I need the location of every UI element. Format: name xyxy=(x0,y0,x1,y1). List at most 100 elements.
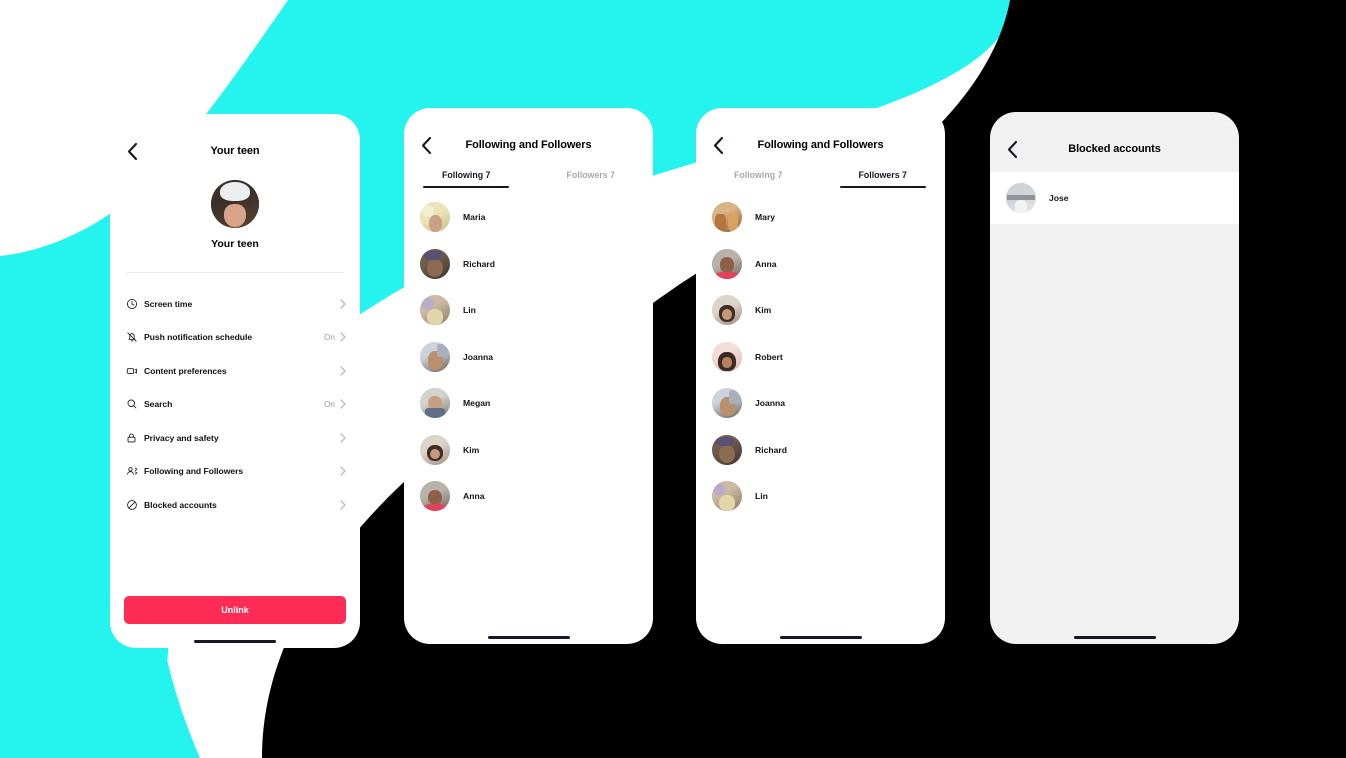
user-name: Kim xyxy=(463,444,480,455)
settings-item-push-notification-schedule[interactable]: Push notification schedule On xyxy=(110,321,360,355)
user-name: Jose xyxy=(1049,193,1069,203)
tabs-following-followers: Following 7 Followers 7 xyxy=(696,170,945,188)
chevron-right-icon xyxy=(340,399,346,409)
avatar[interactable] xyxy=(420,341,450,372)
ban-icon xyxy=(126,498,144,512)
tab-followers[interactable]: Followers 7 xyxy=(821,170,946,188)
list-item[interactable]: Jose xyxy=(990,172,1239,224)
avatar[interactable] xyxy=(420,434,450,465)
user-name: Anna xyxy=(755,258,777,269)
list-item[interactable]: Joanna xyxy=(696,380,945,427)
unlink-button[interactable]: Unlink xyxy=(124,596,346,624)
settings-item-value: On xyxy=(324,399,335,409)
empty-area xyxy=(990,224,1239,630)
search-icon xyxy=(126,397,144,411)
profile-name: Your teen xyxy=(211,238,259,250)
followers-user-list: Mary Anna Kim Robert Joanna Richard Lin xyxy=(696,188,945,630)
user-name: Anna xyxy=(463,491,485,502)
tab-following[interactable]: Following 7 xyxy=(696,170,821,188)
avatar[interactable] xyxy=(712,295,742,326)
settings-item-value: On xyxy=(324,332,335,342)
page-title: Following and Followers xyxy=(465,139,592,151)
avatar[interactable] xyxy=(1006,183,1036,213)
avatar[interactable] xyxy=(420,388,450,419)
chevron-right-icon xyxy=(340,366,346,376)
avatar[interactable] xyxy=(420,481,450,512)
lock-icon xyxy=(126,431,144,445)
tab-underline xyxy=(548,186,634,188)
list-item[interactable]: Anna xyxy=(404,473,653,520)
list-item[interactable]: Mary xyxy=(696,194,945,241)
tab-underline xyxy=(715,186,801,188)
profile-block: Your teen xyxy=(110,172,360,250)
settings-item-blocked-accounts[interactable]: Blocked accounts xyxy=(110,488,360,522)
page-title: Blocked accounts xyxy=(1068,143,1161,155)
list-item[interactable]: Lin xyxy=(404,287,653,334)
list-item[interactable]: Robert xyxy=(696,334,945,381)
settings-item-screen-time[interactable]: Screen time xyxy=(110,287,360,321)
list-item[interactable]: Megan xyxy=(404,380,653,427)
settings-item-label: Push notification schedule xyxy=(144,332,253,343)
settings-item-label: Following and Followers xyxy=(144,466,244,477)
tab-following[interactable]: Following 7 xyxy=(404,170,529,188)
list-item[interactable]: Joanna xyxy=(404,334,653,381)
user-name: Joanna xyxy=(463,351,494,362)
settings-item-content-preferences[interactable]: Content preferences xyxy=(110,354,360,388)
settings-item-search[interactable]: Search On xyxy=(110,388,360,422)
avatar[interactable] xyxy=(420,202,450,233)
user-name: Megan xyxy=(463,398,491,409)
avatar[interactable] xyxy=(420,248,450,279)
following-user-list: Maria Richard Lin Joanna Megan Kim Anna xyxy=(404,188,653,630)
back-icon[interactable] xyxy=(1002,139,1022,159)
tabs-following-followers: Following 7 Followers 7 xyxy=(404,170,653,188)
list-item[interactable]: Kim xyxy=(404,427,653,474)
list-item[interactable]: Richard xyxy=(696,427,945,474)
tab-followers[interactable]: Followers 7 xyxy=(529,170,654,188)
user-name: Lin xyxy=(755,491,768,502)
avatar[interactable] xyxy=(712,202,742,233)
phone-screen-blocked-accounts: Blocked accounts Jose xyxy=(990,112,1239,644)
tab-label: Following 7 xyxy=(734,170,783,180)
list-item[interactable]: Maria xyxy=(404,194,653,241)
chevron-right-icon xyxy=(340,500,346,510)
user-name: Kim xyxy=(755,305,772,316)
user-name: Joanna xyxy=(755,398,786,409)
blocked-accounts-card: Jose xyxy=(990,172,1239,224)
home-indicator xyxy=(110,634,360,648)
avatar[interactable] xyxy=(712,388,742,419)
clock-icon xyxy=(126,297,144,311)
avatar[interactable] xyxy=(712,481,742,512)
list-item[interactable]: Lin xyxy=(696,473,945,520)
navbar-your-teen: Your teen xyxy=(110,130,360,172)
tab-underline xyxy=(839,186,926,188)
chevron-right-icon xyxy=(340,433,346,443)
tab-label: Followers 7 xyxy=(566,170,615,180)
navbar-blocked: Blocked accounts xyxy=(990,128,1239,170)
page-title: Your teen xyxy=(210,145,260,157)
list-item[interactable]: Kim xyxy=(696,287,945,334)
settings-item-privacy-and-safety[interactable]: Privacy and safety xyxy=(110,421,360,455)
back-icon[interactable] xyxy=(122,141,142,161)
people-icon xyxy=(126,464,144,478)
settings-item-label: Search xyxy=(144,399,173,410)
user-name: Richard xyxy=(463,258,495,269)
avatar[interactable] xyxy=(712,434,742,465)
list-item[interactable]: Anna xyxy=(696,241,945,288)
user-name: Robert xyxy=(755,351,783,362)
avatar[interactable] xyxy=(712,248,742,279)
chevron-right-icon xyxy=(340,466,346,476)
back-icon[interactable] xyxy=(708,135,728,155)
home-indicator xyxy=(696,630,945,644)
avatar[interactable] xyxy=(420,295,450,326)
avatar[interactable] xyxy=(211,180,259,228)
list-item[interactable]: Richard xyxy=(404,241,653,288)
avatar[interactable] xyxy=(712,341,742,372)
tab-label: Following 7 xyxy=(442,170,491,180)
home-indicator xyxy=(990,630,1239,644)
page-title: Following and Followers xyxy=(757,139,884,151)
video-icon xyxy=(126,364,144,378)
settings-item-label: Screen time xyxy=(144,298,193,309)
back-icon[interactable] xyxy=(416,135,436,155)
settings-list: Screen time Push notification schedule O… xyxy=(110,273,360,596)
settings-item-following-and-followers[interactable]: Following and Followers xyxy=(110,455,360,489)
